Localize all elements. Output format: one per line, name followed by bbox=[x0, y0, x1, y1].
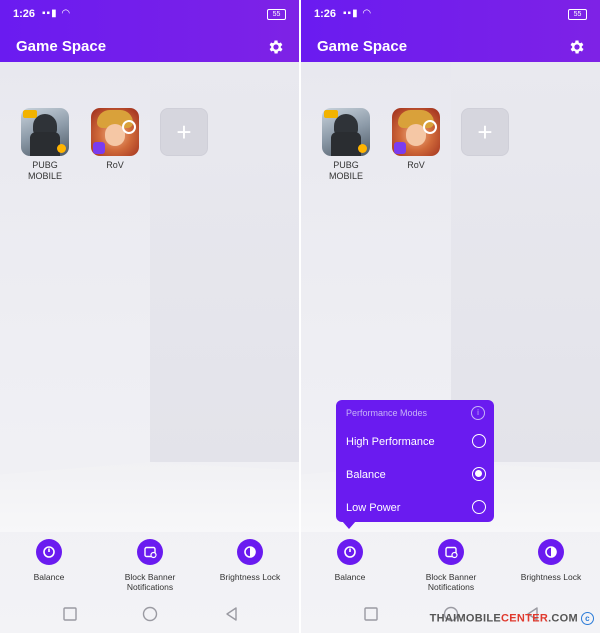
radio-button[interactable] bbox=[472, 434, 486, 448]
brightness-lock-button[interactable]: Brightness Lock bbox=[496, 539, 600, 582]
game-rov[interactable]: RoV bbox=[87, 108, 143, 171]
signal-wifi-icon: ▪▪▮ ◠ bbox=[42, 8, 72, 19]
game-label: RoV bbox=[106, 160, 124, 170]
rov-app-icon[interactable] bbox=[91, 108, 139, 156]
rov-app-icon[interactable] bbox=[392, 108, 440, 156]
add-game-button[interactable]: + bbox=[160, 108, 208, 156]
watermark: THAIMOBILECENTER.COM c bbox=[430, 612, 594, 625]
home-circle-icon[interactable] bbox=[142, 606, 158, 622]
back-triangle-icon[interactable] bbox=[224, 606, 240, 622]
screen-right: 1:26 ▪▪▮ ◠ 55 Game Space PUBG MOBILE RoV … bbox=[301, 0, 600, 633]
game-label: RoV bbox=[407, 160, 425, 170]
game-toolbar: Balance Block Banner Notifications Bright… bbox=[0, 532, 299, 592]
info-icon[interactable]: i bbox=[471, 406, 485, 420]
add-game-button[interactable]: + bbox=[461, 108, 509, 156]
block-banner-notifications-button[interactable]: Block Banner Notifications bbox=[396, 539, 506, 592]
status-time: 1:26 bbox=[13, 8, 36, 20]
mode-balance[interactable]: Balance bbox=[346, 465, 486, 485]
plus-icon: + bbox=[477, 117, 493, 147]
mode-high-performance[interactable]: High Performance bbox=[346, 432, 486, 452]
gear-icon[interactable] bbox=[267, 38, 285, 56]
brightness-lock-button[interactable]: Brightness Lock bbox=[195, 539, 299, 582]
system-nav-bar bbox=[0, 596, 299, 633]
status-time: 1:26 bbox=[314, 8, 337, 20]
battery-icon: 55 bbox=[267, 9, 286, 20]
game-label: PUBG MOBILE bbox=[27, 160, 62, 181]
speedometer-icon bbox=[36, 539, 62, 565]
brightness-icon bbox=[237, 539, 263, 565]
brightness-icon bbox=[538, 539, 564, 565]
game-rov[interactable]: RoV bbox=[388, 108, 444, 171]
game-pubg-mobile[interactable]: PUBG MOBILE bbox=[17, 108, 73, 182]
pubg-app-icon[interactable] bbox=[21, 108, 69, 156]
game-toolbar: Balance Block Banner Notifications Bright… bbox=[301, 532, 600, 592]
page-title: Game Space bbox=[16, 38, 107, 55]
page-title: Game Space bbox=[317, 38, 408, 55]
block-notification-icon bbox=[137, 539, 163, 565]
app-header: 1:26 ▪▪▮ ◠ 55 Game Space bbox=[0, 0, 299, 62]
signal-wifi-icon: ▪▪▮ ◠ bbox=[343, 8, 373, 19]
radio-button[interactable] bbox=[472, 500, 486, 514]
block-notification-icon bbox=[438, 539, 464, 565]
mode-low-power[interactable]: Low Power bbox=[346, 498, 486, 518]
battery-icon: 55 bbox=[568, 9, 587, 20]
balance-mode-button[interactable]: Balance bbox=[0, 539, 104, 582]
background-floor bbox=[0, 462, 299, 532]
block-banner-notifications-button[interactable]: Block Banner Notifications bbox=[95, 539, 205, 592]
performance-modes-popup: Performance Modes i High Performance Bal… bbox=[336, 400, 494, 529]
screen-left: 1:26 ▪▪▮ ◠ 55 Game Space PUBG MOBILE RoV … bbox=[0, 0, 299, 633]
plus-icon: + bbox=[176, 117, 192, 147]
recents-square-icon[interactable] bbox=[363, 606, 379, 622]
game-pubg-mobile[interactable]: PUBG MOBILE bbox=[318, 108, 374, 182]
app-header: 1:26 ▪▪▮ ◠ 55 Game Space bbox=[301, 0, 600, 62]
pubg-app-icon[interactable] bbox=[322, 108, 370, 156]
gear-icon[interactable] bbox=[568, 38, 586, 56]
popup-title: Performance Modes bbox=[346, 408, 428, 418]
radio-button-selected[interactable] bbox=[472, 467, 486, 481]
copyright-icon: c bbox=[581, 612, 594, 625]
balance-mode-button[interactable]: Balance bbox=[301, 539, 405, 582]
recents-square-icon[interactable] bbox=[62, 606, 78, 622]
game-label: PUBG MOBILE bbox=[328, 160, 363, 181]
speedometer-icon bbox=[337, 539, 363, 565]
